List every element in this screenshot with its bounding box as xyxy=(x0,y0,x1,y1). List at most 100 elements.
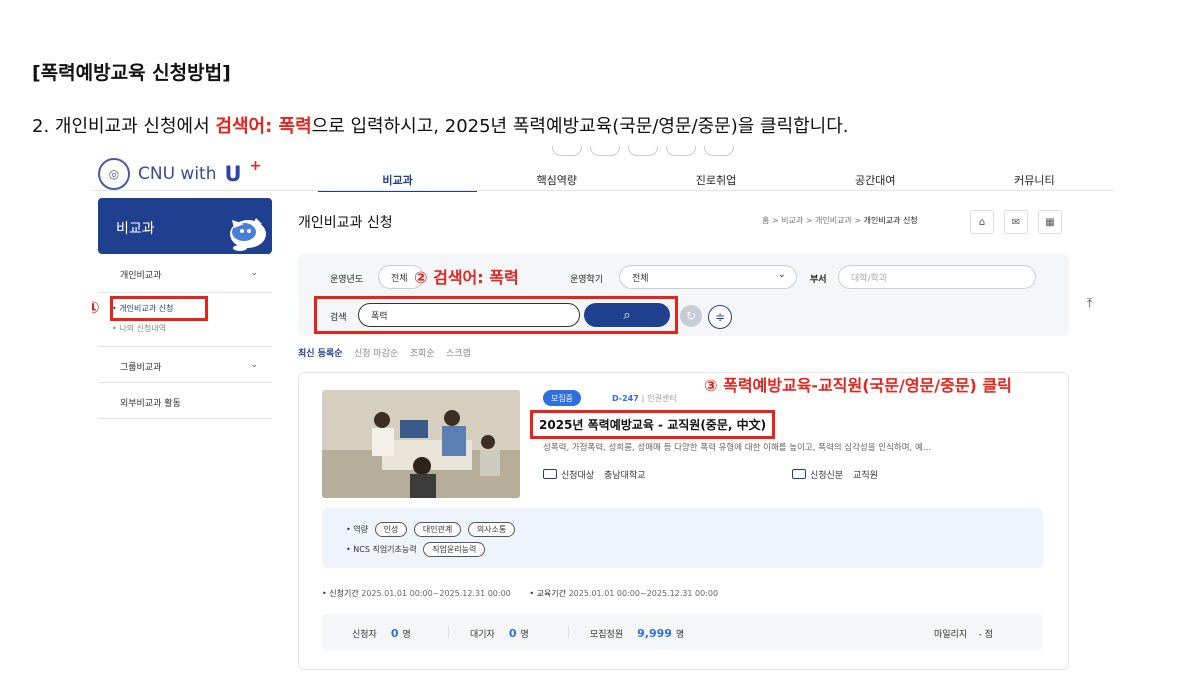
nav-item-career[interactable]: 진로취업 xyxy=(636,164,795,192)
sidebar-divider xyxy=(98,418,272,419)
waiting-stat: 대기자 0 명 xyxy=(470,627,529,640)
mascot-icon xyxy=(230,218,266,251)
instruction-post: 으로 입력하시고, 2025년 폭력예방교육(국문/영문/중문)을 클릭합니다. xyxy=(311,116,849,137)
competency-tag: 대인관계 xyxy=(413,522,462,537)
dday-label: D-247 | 인권센터 xyxy=(612,394,677,403)
year-label: 운영년도 xyxy=(330,275,364,285)
dept-input[interactable]: 대학/학과 xyxy=(838,265,1036,289)
sidebar-divider xyxy=(98,382,272,383)
sidebar-item-group[interactable]: 그룹비교과 ⌄ xyxy=(98,360,272,373)
nav-item-extracurricular[interactable]: 비교과 xyxy=(318,164,478,192)
capacity-count: 9,999 xyxy=(637,627,672,640)
apply-period-value: 2025.01.01 00:00~2025.12.31 00:00 xyxy=(361,589,511,598)
sidebar-divider xyxy=(98,292,272,293)
instruction-text: 2. 개인비교과 신청에서 검색어: 폭력으로 입력하시고, 2025년 폭력예… xyxy=(32,112,849,138)
unit-label: 명 xyxy=(520,630,529,640)
waiting-label: 대기자 xyxy=(470,630,495,640)
mail-icon[interactable]: ✉ xyxy=(1004,210,1028,234)
target-meta: 신청대상 충남대학교 xyxy=(543,468,646,481)
applicants-label: 신청자 xyxy=(352,630,377,640)
search-icon: ⌕ xyxy=(623,307,631,323)
instruction-highlight: 검색어: 폭력 xyxy=(215,116,312,137)
apply-period-label: • 신청기간 xyxy=(322,589,359,598)
semester-value: 전체 xyxy=(632,274,649,284)
edu-period-label: • 교육기간 xyxy=(529,589,567,598)
competency-row: • 역량 인성 대인관계 의사소통 xyxy=(346,522,516,537)
nav-divider xyxy=(92,190,1114,191)
sort-tabs: 최신 등록순 신청 마감순 조회순 스크랩 xyxy=(298,346,471,359)
sidebar-item-label: 개인비교과 xyxy=(120,271,162,281)
target-icon xyxy=(543,469,557,479)
scroll-top-icon[interactable]: ⤒ xyxy=(1087,296,1092,311)
keyword-input[interactable]: 폭력 xyxy=(358,303,580,327)
applicants-count: 0 xyxy=(390,627,399,640)
role-label: 신청신분 xyxy=(810,471,844,481)
grid-icon[interactable]: ▦ xyxy=(1038,210,1062,234)
chevron-down-icon: ⌄ xyxy=(250,268,258,278)
course-title-link[interactable]: 2025년 폭력예방교육 - 교직원(중문, 中文) xyxy=(530,410,776,439)
edu-period-value: 2025.01.01 00:00~2025.12.31 00:00 xyxy=(568,589,719,598)
competency-tag: 인성 xyxy=(374,522,408,537)
filter-icon[interactable]: ≑ xyxy=(708,305,732,329)
target-value: 충남대학교 xyxy=(604,471,646,481)
org-label: 인권센터 xyxy=(647,394,677,403)
annotation-step2: ② 검색어: 폭력 xyxy=(414,268,519,287)
instruction-pre: 2. 개인비교과 신청에서 xyxy=(32,116,216,137)
mileage-value: - 점 xyxy=(978,630,993,640)
site-logo[interactable]: ◎ CNU with U + xyxy=(98,158,261,190)
document-title: [폭력예방교육 신청방법] xyxy=(32,62,231,84)
sidebar-item-external[interactable]: 외부비교과 활동 xyxy=(98,396,272,409)
sort-views[interactable]: 조회순 xyxy=(410,349,435,359)
main-nav: 비교과 핵심역량 진로취업 공간대여 커뮤니티 xyxy=(318,164,1114,192)
waiting-count: 0 xyxy=(508,627,517,640)
applicants-stat: 신청자 0 명 xyxy=(352,627,411,640)
sidebar-item-label: 외부비교과 활동 xyxy=(120,399,181,409)
stat-divider xyxy=(448,626,449,638)
capacity-stat: 모집정원 9,999 명 xyxy=(590,627,684,640)
stat-divider xyxy=(568,626,569,638)
semester-select[interactable]: 전체 ⌄ xyxy=(619,265,797,289)
competency-label: • 역량 xyxy=(346,525,368,534)
mileage-label: 마일리지 xyxy=(934,630,968,640)
nav-item-competency[interactable]: 핵심역량 xyxy=(477,164,636,192)
sidebar-subitem-apply[interactable]: • 개인비교과 신청 xyxy=(112,303,173,314)
search-button[interactable]: ⌕ xyxy=(584,303,670,327)
ncs-tag: 직업윤리능력 xyxy=(423,542,486,557)
nav-item-community[interactable]: 커뮤니티 xyxy=(955,164,1114,192)
period-row: • 신청기간 2025.01.01 00:00~2025.12.31 00:00… xyxy=(322,588,734,599)
site-screenshot: ◎ CNU with U + 비교과 핵심역량 진로취업 공간대여 커뮤니티 비교… xyxy=(92,146,1114,675)
sidebar-divider xyxy=(98,346,272,347)
sort-latest[interactable]: 최신 등록순 xyxy=(298,349,343,359)
role-meta: 신청신분 교직원 xyxy=(792,468,878,481)
sidebar-subitem-history[interactable]: • 나의 신청내역 xyxy=(112,323,166,334)
id-card-icon xyxy=(792,469,806,479)
sort-scrap[interactable]: 스크랩 xyxy=(446,349,471,359)
annotation-step1: ① xyxy=(92,298,100,317)
reset-icon[interactable]: ↻ xyxy=(680,305,702,327)
unit-label: 명 xyxy=(402,630,411,640)
logo-text: CNU with xyxy=(138,164,217,184)
home-icon[interactable]: ⌂ xyxy=(970,210,994,234)
competency-tag: 의사소통 xyxy=(467,522,516,537)
chevron-down-icon: ⌄ xyxy=(250,360,258,370)
dept-label: 부서 xyxy=(810,275,827,285)
sort-deadline[interactable]: 신청 마감순 xyxy=(354,349,398,359)
breadcrumb-current: 개인비교과 신청 xyxy=(863,216,918,225)
course-description: 성폭력, 가정폭력, 성희롱, 성매매 등 다양한 폭력 유형에 대한 이해를 … xyxy=(543,443,932,453)
keyword-label: 검색 xyxy=(330,313,347,323)
logo-u: U xyxy=(224,162,242,186)
ncs-row: • NCS 직업기초능력 직업윤리능력 xyxy=(346,542,486,557)
sidebar-item-label: 그룹비교과 xyxy=(120,363,162,373)
nav-item-space[interactable]: 공간대여 xyxy=(796,164,955,192)
dday-value: D-247 xyxy=(612,394,639,403)
target-label: 신청대상 xyxy=(561,471,595,481)
sidebar-item-personal[interactable]: 개인비교과 ⌄ xyxy=(98,268,272,281)
competency-box xyxy=(322,508,1043,568)
utility-bar xyxy=(552,146,1072,158)
ncs-label: • NCS 직업기초능력 xyxy=(346,545,417,554)
status-badge: 모집중 xyxy=(543,390,581,406)
mileage-stat: 마일리지 - 점 xyxy=(934,627,993,640)
logo-plus: + xyxy=(249,158,262,174)
dept-placeholder: 대학/학과 xyxy=(851,274,888,284)
university-seal-icon: ◎ xyxy=(98,158,130,190)
